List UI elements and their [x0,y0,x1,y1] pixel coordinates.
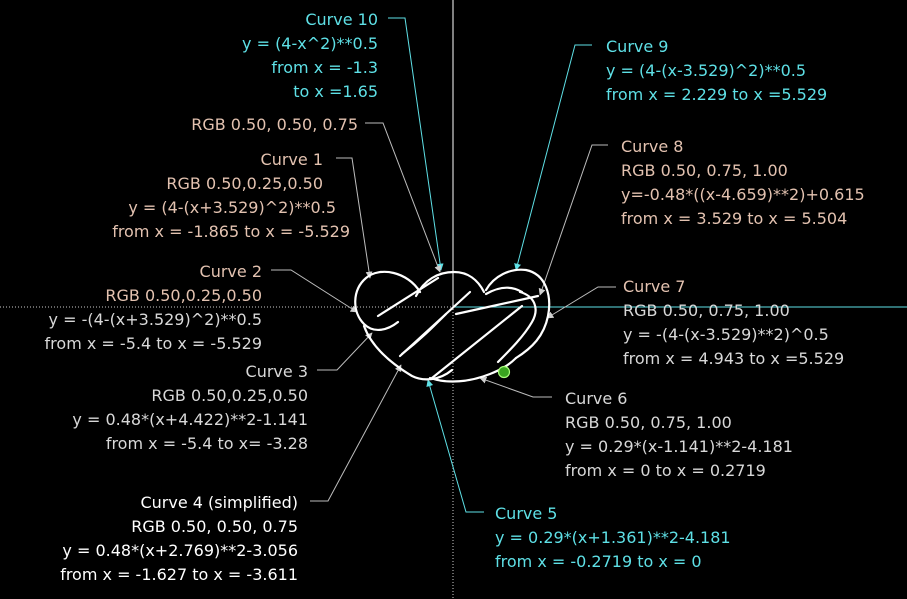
curve5-title: Curve 5 [495,504,557,523]
curve2-equation: y = -(4-(x+3.529)^2)**0.5 [49,310,262,329]
curve8-range: from x = 3.529 to x = 5.504 [621,209,847,228]
band-diagonal-6 [484,286,524,296]
curve3-rgb: RGB 0.50,0.25,0.50 [151,386,308,405]
curve-10-arc-top [414,270,486,298]
curve3-title: Curve 3 [246,362,308,381]
curve3-equation: y = 0.48*(x+4.422)**2-1.141 [72,410,308,429]
curve2-rgb: RGB 0.50,0.25,0.50 [105,286,262,305]
band-diagonal-1 [376,276,440,318]
start-point-marker[interactable] [497,365,511,379]
leader-curve1 [336,157,373,279]
curve1-equation: y = (4-(x+3.529)^2)**0.5 [128,198,336,217]
band-diagonal-3 [400,312,448,356]
curve1-title: Curve 1 [261,150,323,169]
curve5-equation: y = 0.29*(x+1.361)**2-4.181 [495,528,731,547]
band-diagonal-5 [454,294,540,316]
curve9-title: Curve 9 [606,37,668,56]
curve9-equation: y = (4-(x-3.529)^2)**0.5 [606,61,806,80]
curve2-range: from x = -5.4 to x = -5.529 [45,334,262,353]
curve-9-arc-right [484,268,551,360]
curve4-equation: y = 0.48*(x+2.769)**2-3.056 [62,541,298,560]
leader-curve2 [271,269,358,313]
curve8-title: Curve 8 [621,137,683,156]
leader-curve4 [310,364,402,502]
curve8-rgb: RGB 0.50, 0.75, 1.00 [621,161,788,180]
curve10-from: from x = -1.3 [271,58,378,77]
curve10-equation: y = (4-x^2)**0.5 [242,34,378,53]
leader-curve6 [479,376,552,398]
curve6-equation: y = 0.29*(x-1.141)**2-4.181 [565,437,793,456]
leader-curve8 [538,144,608,296]
leader-curve7 [546,286,616,319]
curve6-title: Curve 6 [565,389,627,408]
curve10-to: to x =1.65 [293,82,378,101]
curve10-rgb: RGB 0.50, 0.50, 0.75 [191,115,358,134]
band-diagonal-4 [430,304,524,380]
curve7-title: Curve 7 [623,277,685,296]
diagram-canvas: Curve 10 y = (4-x^2)**0.5 from x = -1.3 … [0,0,907,599]
leader-curve10-color [365,122,442,273]
curve7-equation: y = -(4-(x-3.529)**2)^0.5 [623,325,829,344]
heart-knot [354,268,551,383]
curve-1-arc-left [354,270,422,331]
curve8-equation: y=-0.48*((x-4.659)**2)+0.615 [621,185,865,204]
curve1-range: from x = -1.865 to x = -5.529 [112,222,350,241]
leader-curve3 [317,332,373,371]
curve6-range: from x = 0 to x = 0.2719 [565,461,766,480]
curve7-range: from x = 4.943 to x =5.529 [623,349,844,368]
labels: Curve 10 y = (4-x^2)**0.5 from x = -1.3 … [45,10,865,584]
curve4-range: from x = -1.627 to x = -3.611 [60,565,298,584]
curve10-title: Curve 10 [305,10,378,29]
curve3-range: from x = -5.4 to x= -3.28 [106,434,308,453]
curve7-rgb: RGB 0.50, 0.75, 1.00 [623,301,790,320]
curve4-title: Curve 4 (simplified) [140,493,298,512]
leader-curve5 [426,379,484,513]
curve5-range: from x = -0.2719 to x = 0 [495,552,702,571]
curve6-rgb: RGB 0.50, 0.75, 1.00 [565,413,732,432]
curve4-rgb: RGB 0.50, 0.50, 0.75 [131,517,298,536]
leader-curve9 [514,44,592,271]
leader-curve10 [388,17,444,271]
curve1-rgb: RGB 0.50,0.25,0.50 [166,174,323,193]
curve2-title: Curve 2 [200,262,262,281]
curve9-range: from x = 2.229 to x =5.529 [606,85,827,104]
